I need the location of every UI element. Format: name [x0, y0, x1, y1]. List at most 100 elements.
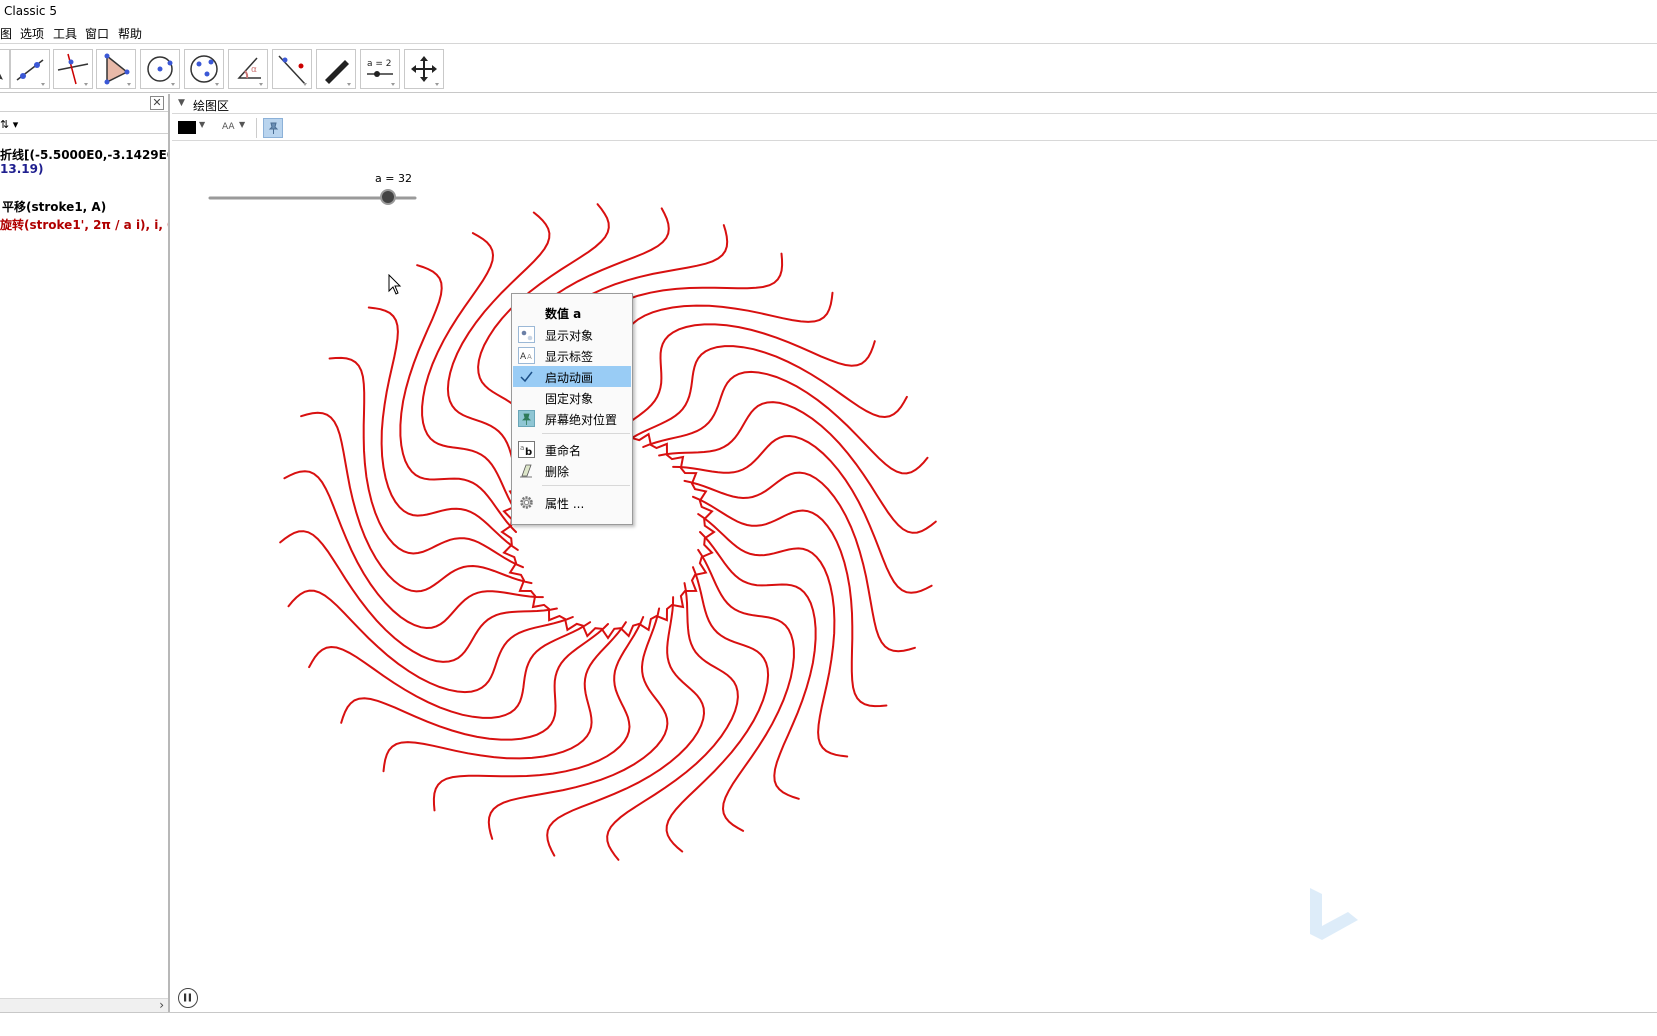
algebra-row-translate[interactable]: 平移(stroke1, A) [2, 198, 170, 215]
rename-icon: ab [518, 441, 535, 458]
move-graphics-icon [411, 56, 439, 86]
svg-text:α: α [251, 65, 257, 75]
color-swatch[interactable] [178, 121, 196, 134]
algebra-header: ✕ [0, 94, 168, 112]
algebra-row-polyline[interactable]: 折线[(-5.5000E0,-3.1429E0), (- [0, 146, 168, 163]
menu-window[interactable]: 窗口 [85, 25, 109, 42]
rotated-stroke-curve [606, 582, 739, 861]
rotated-stroke-curve [546, 596, 706, 857]
menu-tools[interactable]: 工具 [53, 25, 77, 42]
collapse-triangle-icon[interactable]: ▼ [178, 98, 185, 108]
menu-separator [542, 433, 630, 434]
circle-icon [147, 56, 175, 86]
slider-label: a = 32 [375, 172, 412, 185]
style-divider [256, 118, 257, 138]
scroll-right-icon[interactable]: › [159, 998, 164, 1012]
rotated-stroke-curve [328, 356, 524, 569]
menu-separator [542, 485, 630, 486]
menu-item-show-label[interactable]: AA 显示标签 [513, 345, 631, 366]
rotated-stroke-curve [699, 531, 817, 800]
gear-icon [518, 494, 535, 511]
rotated-stroke-curve [672, 434, 933, 594]
graphics-header: ▼ 绘图区 [172, 94, 1657, 114]
svg-text:A: A [527, 353, 532, 361]
menu-item-rename[interactable]: ab 重命名 [513, 439, 631, 460]
rotated-stroke-curve [692, 495, 888, 708]
svg-text:A: A [520, 352, 527, 362]
tool-angle[interactable]: α [228, 49, 268, 89]
menu-options[interactable]: 选项 [20, 25, 44, 42]
tool-move[interactable] [0, 49, 10, 89]
menu-item-properties[interactable]: 属性 ... [513, 492, 631, 513]
tool-conic[interactable] [184, 49, 224, 89]
window-title: Classic 5 [4, 4, 57, 18]
rotated-stroke-curve [607, 323, 876, 441]
rotated-stroke-curve [340, 623, 609, 741]
slider-icon-text: a = 2 [367, 59, 392, 69]
pin-icon [518, 410, 535, 427]
tool-polygon[interactable] [96, 49, 136, 89]
close-icon[interactable]: ✕ [150, 96, 164, 110]
menu-item-start-animation[interactable]: 启动动画 [513, 366, 631, 387]
rotated-stroke-curve [658, 401, 937, 534]
graphics-title: 绘图区 [193, 99, 230, 113]
context-menu-header: 数值 a [545, 307, 582, 321]
conic-icon [190, 55, 219, 86]
toolbar: α a = 2 [0, 45, 1657, 93]
polygon-icon [104, 53, 131, 86]
horizontal-scrollbar[interactable]: › [0, 998, 168, 1012]
tool-pen[interactable] [316, 49, 356, 89]
line-icon [16, 59, 45, 86]
menu-view[interactable]: 图 [0, 25, 12, 42]
context-menu: 数值 a 显示对象 AA 显示标签 启动动画 固定对象 屏幕绝对位置 a b 重… [511, 293, 633, 525]
algebra-sort-bar: ⇅ ▾ [0, 116, 168, 134]
slider-icon: a = 2 [367, 59, 395, 86]
algebra-view: ✕ ⇅ ▾ 折线[(-5.5000E0,-3.1429E0), (- 13.19… [0, 94, 170, 1012]
rotated-stroke-curve [399, 264, 517, 533]
status-bar [0, 1012, 1657, 1036]
menu-item-delete[interactable]: 删除 [513, 460, 631, 481]
svg-text:b: b [525, 447, 532, 458]
eraser-icon [518, 462, 535, 479]
sort-icon[interactable]: ⇅ ▾ [0, 118, 18, 131]
pause-icon [184, 993, 191, 1002]
tool-move-graphics[interactable] [404, 49, 444, 89]
rotated-stroke-curve [279, 530, 558, 663]
algebra-row-polyline-cont: 13.19) [0, 162, 44, 176]
menu-item-absolute-position[interactable]: 屏幕绝对位置 [513, 408, 631, 429]
graphics-style-bar: ▼ AA ▼ [172, 115, 1657, 141]
rotated-stroke-curve [287, 589, 574, 694]
graphics-view[interactable]: ▼ 绘图区 ▼ AA ▼ a = 32 A 数值 a 显示对象 AA [172, 94, 1657, 1012]
angle-icon: α [237, 57, 263, 86]
color-dropdown-icon[interactable]: ▼ [199, 120, 205, 129]
show-label-icon: AA [518, 347, 535, 364]
menu-item-show-object[interactable]: 显示对象 [513, 324, 631, 345]
pin-toggle[interactable] [263, 118, 283, 138]
show-object-icon [518, 326, 535, 343]
tool-circle[interactable] [140, 49, 180, 89]
tool-perpendicular[interactable] [53, 49, 93, 89]
tool-slider[interactable]: a = 2 [360, 49, 400, 89]
tool-reflect[interactable] [272, 49, 312, 89]
tool-line[interactable] [10, 49, 50, 89]
text-dropdown-icon[interactable]: ▼ [239, 120, 245, 129]
reflect-icon [278, 55, 307, 86]
drawing-canvas[interactable] [172, 94, 1657, 1012]
animation-pause-button[interactable] [178, 988, 198, 1008]
algebra-row-rotate[interactable]: 旋转(stroke1', 2π / a i), i, 0, a, 1 [0, 216, 168, 233]
watermark-logo [1310, 888, 1358, 940]
text-style-button[interactable]: AA [222, 122, 235, 132]
rotated-stroke-curve [432, 616, 645, 812]
slider-handle[interactable] [380, 189, 396, 205]
rotated-stroke-curve [665, 566, 770, 853]
checkmark-icon [518, 368, 535, 385]
menu-help[interactable]: 帮助 [118, 25, 142, 42]
move-icon [0, 73, 3, 80]
mouse-cursor-icon [388, 274, 402, 295]
rotated-stroke-curve [283, 470, 544, 630]
menu-bar: 图 选项 工具 窗口 帮助 [0, 22, 1657, 44]
menu-item-fix-object[interactable]: 固定对象 [513, 387, 631, 408]
perpendicular-icon [57, 53, 89, 86]
title-bar: Classic 5 [0, 0, 1657, 22]
pin-icon [268, 122, 279, 134]
